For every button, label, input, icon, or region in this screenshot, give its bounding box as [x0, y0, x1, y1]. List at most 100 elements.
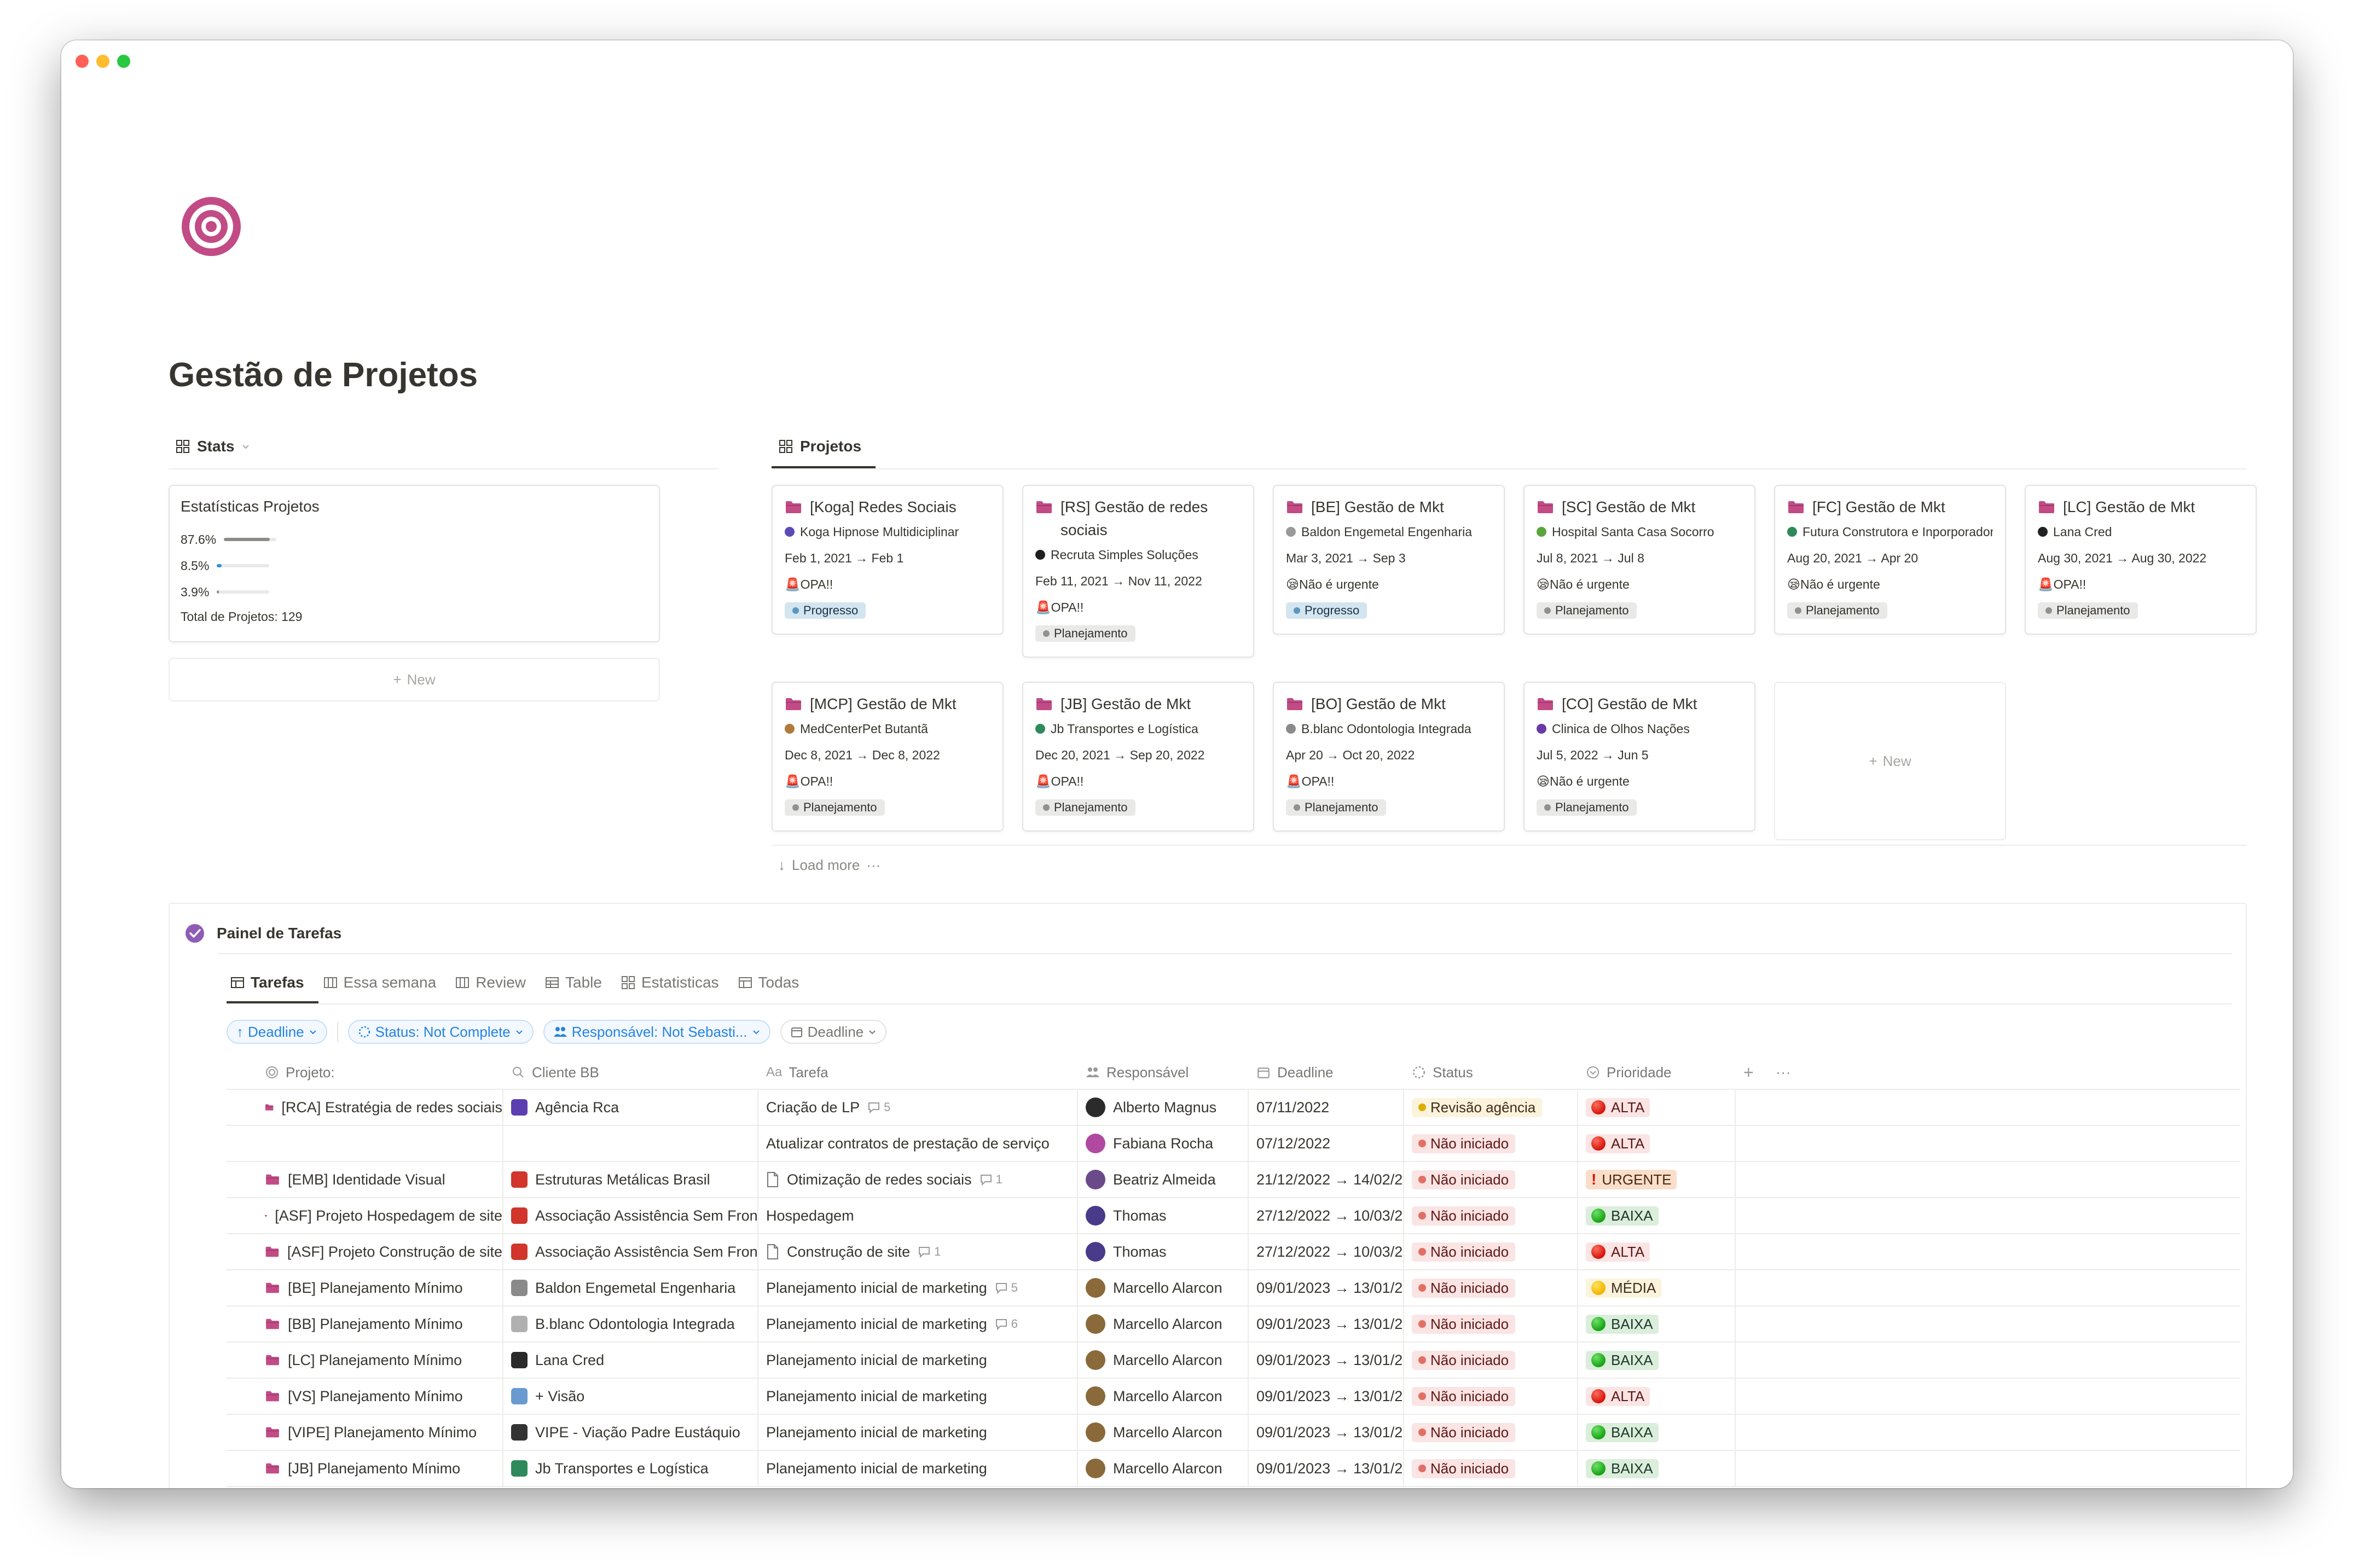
cell-responsavel[interactable]: Marcello Alarcon [1078, 1415, 1249, 1450]
column-cliente[interactable]: Cliente BB [503, 1056, 758, 1089]
zoom-window-button[interactable] [117, 55, 130, 68]
tab-stats[interactable]: Stats [175, 438, 251, 455]
cell-projeto[interactable]: [VIPE] Planejamento Mínimo [227, 1415, 503, 1450]
cell-cliente[interactable]: VIPE - Viação Padre Eustáquio [503, 1415, 758, 1450]
add-column-icon[interactable]: + [1743, 1062, 1754, 1083]
cell-status[interactable]: Não iniciado [1404, 1306, 1578, 1341]
tab-review[interactable]: Review [455, 974, 526, 991]
column-deadline[interactable]: Deadline [1249, 1056, 1404, 1089]
new-project-card[interactable]: + New [1774, 682, 2006, 840]
cell-tarefa[interactable]: Planejamento inicial de marketing 5 [758, 1270, 1078, 1305]
cell-tarefa[interactable]: Planejamento inicial de marketing [758, 1415, 1078, 1450]
project-card[interactable]: [RS] Gestão de redes sociais Recruta Simp… [1022, 485, 1254, 658]
cell-responsavel[interactable]: Thomas [1078, 1198, 1249, 1233]
cell-cliente[interactable]: B.blanc Odontologia Integrada [503, 1306, 758, 1341]
comment-count[interactable]: 1 [918, 1245, 941, 1259]
cell-status[interactable]: Não iniciado [1404, 1270, 1578, 1305]
cell-projeto[interactable]: [ASF] Projeto Construção de site [227, 1234, 503, 1269]
cell-deadline[interactable]: 07/11/2022 [1249, 1090, 1404, 1125]
cell-prioridade[interactable]: MÉDIA [1578, 1270, 1736, 1305]
project-card[interactable]: [CO] Gestão de Mkt Clinica de Olhos Naçõe… [1523, 682, 1755, 832]
more-icon[interactable]: ··· [1776, 1064, 1791, 1081]
column-status[interactable]: Status [1404, 1056, 1578, 1089]
responsavel-filter-chip[interactable]: Responsável: Not Sebasti... [543, 1020, 770, 1044]
cell-deadline[interactable]: 21/12/2022 → 14/02/2023 [1249, 1162, 1404, 1197]
cell-deadline[interactable]: 27/12/2022 → 10/03/2023 [1249, 1234, 1404, 1269]
cell-projeto[interactable]: [LC] Planejamento Mínimo [227, 1343, 503, 1378]
cell-deadline[interactable]: 09/01/2023 → 13/01/2023 [1249, 1379, 1404, 1414]
cell-prioridade[interactable]: ALTA [1578, 1126, 1736, 1161]
cell-prioridade[interactable]: BAIXA [1578, 1451, 1736, 1486]
cell-responsavel[interactable]: Marcello Alarcon [1078, 1306, 1249, 1341]
cell-status[interactable]: Não iniciado [1404, 1415, 1578, 1450]
cell-cliente[interactable]: Associação Assistência Sem Fronteiras [503, 1234, 758, 1269]
cell-prioridade[interactable]: ! URGENTE [1578, 1162, 1736, 1197]
cell-deadline[interactable]: 09/01/2023 → 13/01/2023 [1249, 1415, 1404, 1450]
table-row[interactable]: [JB] Planejamento Mínimo Jb Transportes e… [227, 1451, 2240, 1487]
table-row[interactable]: [ASF] Projeto Construção de site Associaç… [227, 1234, 2240, 1270]
cell-status[interactable]: Revisão agência [1404, 1090, 1578, 1125]
column-tarefa[interactable]: Aa Tarefa [758, 1056, 1078, 1089]
cell-tarefa[interactable]: Planejamento inicial de marketing [758, 1451, 1078, 1486]
cell-responsavel[interactable]: Alberto Magnus [1078, 1090, 1249, 1125]
cell-responsavel[interactable]: Fabiana Rocha [1078, 1126, 1249, 1161]
cell-responsavel[interactable]: Marcello Alarcon [1078, 1343, 1249, 1378]
cell-cliente[interactable]: + Visão [503, 1379, 758, 1414]
deadline-filter-chip[interactable]: Deadline [780, 1020, 887, 1044]
cell-prioridade[interactable]: BAIXA [1578, 1198, 1736, 1233]
target-icon[interactable] [178, 194, 244, 259]
cell-prioridade[interactable]: BAIXA [1578, 1306, 1736, 1341]
cell-projeto[interactable]: [BE] Planejamento Mínimo [227, 1270, 503, 1305]
cell-tarefa[interactable]: Criação de LP 5 [758, 1090, 1078, 1125]
cell-deadline[interactable]: 09/01/2023 → 13/01/2023 [1249, 1306, 1404, 1341]
stats-card[interactable]: Estatísticas Projetos 87.6% 8.5% 3.9% To… [169, 485, 660, 642]
cell-responsavel[interactable]: Beatriz Almeida [1078, 1162, 1249, 1197]
cell-cliente[interactable]: Jb Transportes e Logística [503, 1451, 758, 1486]
tab-todas[interactable]: Todas [738, 974, 799, 991]
cell-cliente[interactable]: Lana Cred [503, 1343, 758, 1378]
cell-status[interactable]: Não iniciado [1404, 1451, 1578, 1486]
cell-tarefa[interactable]: Construção de site 1 [758, 1234, 1078, 1269]
cell-prioridade[interactable]: ALTA [1578, 1090, 1736, 1125]
table-row[interactable]: [VIPE] Planejamento Mínimo VIPE - Viação … [227, 1415, 2240, 1451]
tab-estatisticas[interactable]: Estatisticas [621, 974, 719, 991]
cell-prioridade[interactable]: ALTA [1578, 1379, 1736, 1414]
project-card[interactable]: [FC] Gestão de Mkt Futura Construtora e I… [1774, 485, 2006, 635]
project-card[interactable]: [JB] Gestão de Mkt Jb Transportes e Logís… [1022, 682, 1254, 832]
cell-tarefa[interactable]: Planejamento inicial de marketing [758, 1343, 1078, 1378]
cell-deadline[interactable]: 09/01/2023 → 13/01/2023 [1249, 1343, 1404, 1378]
table-row[interactable]: [ASF] Projeto Hospedagem de site Associaç… [227, 1198, 2240, 1234]
table-row[interactable]: [BE] Planejamento Mínimo Baldon Engemetal… [227, 1270, 2240, 1306]
cell-prioridade[interactable]: BAIXA [1578, 1343, 1736, 1378]
tab-essa-semana[interactable]: Essa semana [323, 974, 436, 991]
table-row[interactable]: [BB] Planejamento Mínimo B.blanc Odontolo… [227, 1306, 2240, 1343]
cell-responsavel[interactable]: Marcello Alarcon [1078, 1270, 1249, 1305]
comment-count[interactable]: 5 [995, 1281, 1018, 1295]
project-card[interactable]: [MCP] Gestão de Mkt MedCenterPet Butantã D… [772, 682, 1004, 832]
load-more-button[interactable]: ↓ Load more ··· [778, 857, 880, 874]
cell-cliente[interactable]: Agência Rca [503, 1090, 758, 1125]
cell-status[interactable]: Não iniciado [1404, 1162, 1578, 1197]
cell-status[interactable]: Não iniciado [1404, 1198, 1578, 1233]
cell-projeto[interactable] [227, 1126, 503, 1161]
cell-status[interactable]: Não iniciado [1404, 1343, 1578, 1378]
cell-deadline[interactable]: 09/01/2023 → 13/01/2023 [1249, 1451, 1404, 1486]
project-card[interactable]: [BE] Gestão de Mkt Baldon Engemetal Engen… [1273, 485, 1505, 635]
close-window-button[interactable] [76, 55, 89, 68]
minimize-window-button[interactable] [96, 55, 109, 68]
comment-count[interactable]: 5 [867, 1100, 890, 1114]
column-responsavel[interactable]: Responsável [1078, 1056, 1249, 1089]
tab-tarefas[interactable]: Tarefas [230, 974, 304, 991]
cell-responsavel[interactable]: Thomas [1078, 1234, 1249, 1269]
project-card[interactable]: [SC] Gestão de Mkt Hospital Santa Casa So… [1523, 485, 1755, 635]
project-card[interactable]: [BO] Gestão de Mkt B.blanc Odontologia In… [1273, 682, 1505, 832]
cell-status[interactable]: Não iniciado [1404, 1379, 1578, 1414]
cell-responsavel[interactable]: Marcello Alarcon [1078, 1379, 1249, 1414]
table-row[interactable]: [LC] Planejamento Mínimo Lana Cred Planeja… [227, 1343, 2240, 1379]
cell-prioridade[interactable]: ALTA [1578, 1234, 1736, 1269]
table-row[interactable]: [RCA] Estratégia de redes sociais Agência… [227, 1090, 2240, 1126]
more-icon[interactable]: ··· [866, 857, 880, 874]
cell-tarefa[interactable]: Otimização de redes sociais 1 [758, 1162, 1078, 1197]
cell-status[interactable]: Não iniciado [1404, 1126, 1578, 1161]
cell-cliente[interactable] [503, 1126, 758, 1161]
